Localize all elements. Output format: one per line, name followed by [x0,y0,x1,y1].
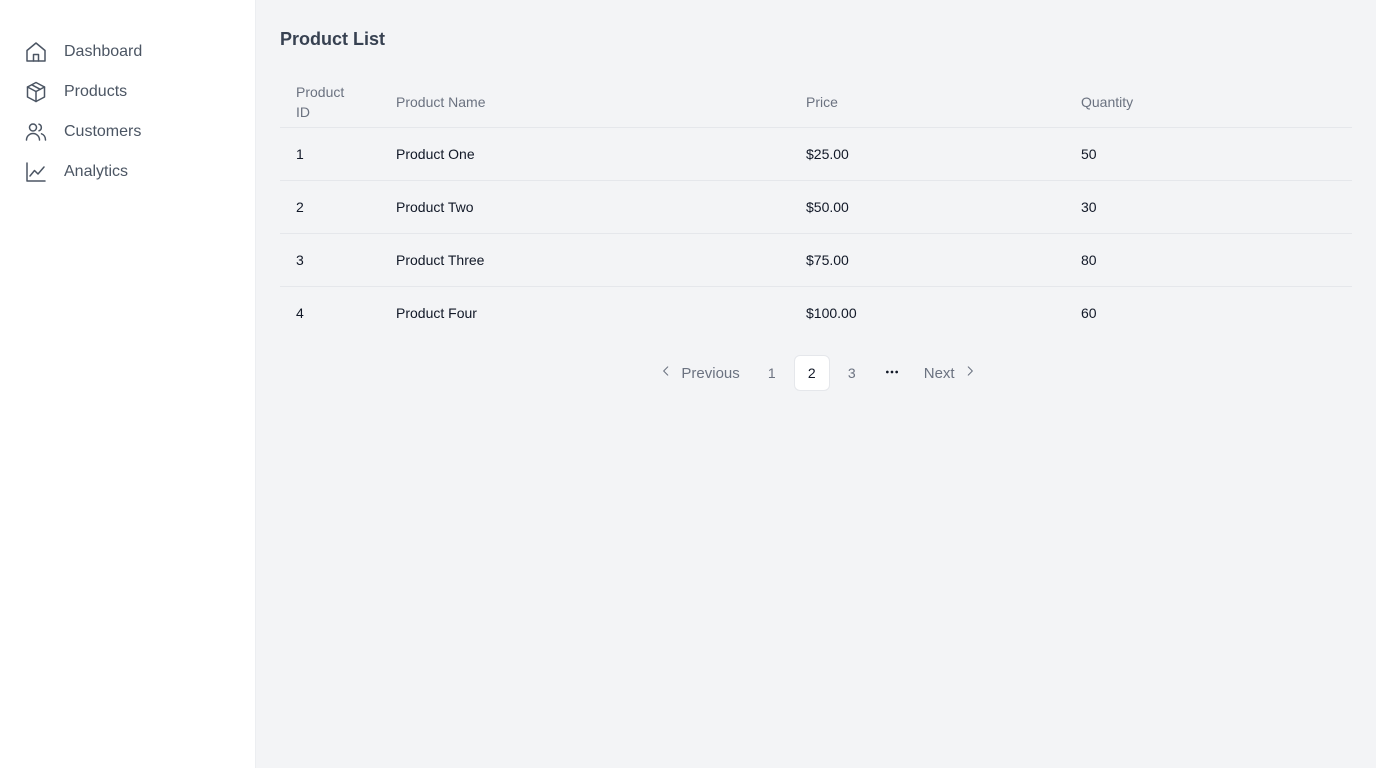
package-icon [24,80,48,104]
cell-price: $25.00 [790,127,1065,181]
sidebar: Dashboard Products Customers Analytics [0,0,256,768]
cell-price: $75.00 [790,233,1065,287]
previous-page-button[interactable]: Previous [649,355,749,391]
sidebar-item-dashboard[interactable]: Dashboard [0,32,255,72]
cell-product-name: Product One [380,127,790,181]
page-button-1[interactable]: 1 [754,355,790,391]
more-horizontal-icon [884,364,900,383]
sidebar-item-products[interactable]: Products [0,72,255,112]
table-header-row: Product ID Product Name Price Quantity [280,76,1352,128]
pagination: Previous 1 2 3 Next [280,355,1352,391]
cell-product-name: Product Two [380,180,790,234]
cell-quantity: 60 [1081,305,1097,321]
main-content: Product List Product ID Product Name Pri… [256,0,1376,768]
cell-product-name: Product Three [380,233,790,287]
line-chart-icon [24,160,48,184]
sidebar-item-label: Products [64,83,128,100]
page-button-2-current[interactable]: 2 [793,355,830,391]
chevron-right-icon [963,364,977,382]
column-header-product-name: Product Name [380,76,790,128]
next-page-label: Next [923,364,955,382]
table-row: 4 Product Four $100.00 60 [280,287,1352,340]
cell-quantity: 30 [1065,180,1352,234]
home-icon [24,40,48,64]
column-header-product-id: Product ID [280,76,380,128]
table-row: 3 Product Three $75.00 80 [280,233,1352,287]
cell-quantity: 80 [1065,233,1352,287]
chevron-left-icon [659,364,673,382]
page-title: Product List [280,29,386,49]
table-row: 1 Product One $25.00 50 [280,127,1352,181]
cell-product-id: 4 [296,305,304,321]
sidebar-item-label: Dashboard [64,43,143,60]
table-row: 2 Product Two $50.00 30 [280,180,1352,234]
column-header-quantity: Quantity [1065,76,1352,128]
cell-product-name: Product Four [396,305,477,321]
next-page-button[interactable]: Next [914,355,987,391]
column-header-price: Price [790,76,1065,128]
cell-price: $100.00 [806,305,857,321]
sidebar-item-analytics[interactable]: Analytics [0,152,255,192]
page-button-3[interactable]: 3 [834,355,870,391]
cell-quantity: 50 [1065,127,1352,181]
cell-product-id: 2 [280,180,380,234]
cell-price: $50.00 [790,180,1065,234]
app-root: Dashboard Products Customers Analytics P… [0,0,1376,768]
cell-product-id: 3 [280,233,380,287]
product-table: Product ID Product Name Price Quantity 1… [280,76,1352,339]
cell-product-id: 1 [280,127,380,181]
users-icon [24,120,48,144]
sidebar-item-customers[interactable]: Customers [0,112,255,152]
previous-page-label: Previous [681,364,740,382]
sidebar-item-label: Customers [64,123,142,140]
column-header-label: Product ID [296,84,345,120]
more-pages-ellipsis [874,355,910,391]
sidebar-item-label: Analytics [64,163,129,180]
